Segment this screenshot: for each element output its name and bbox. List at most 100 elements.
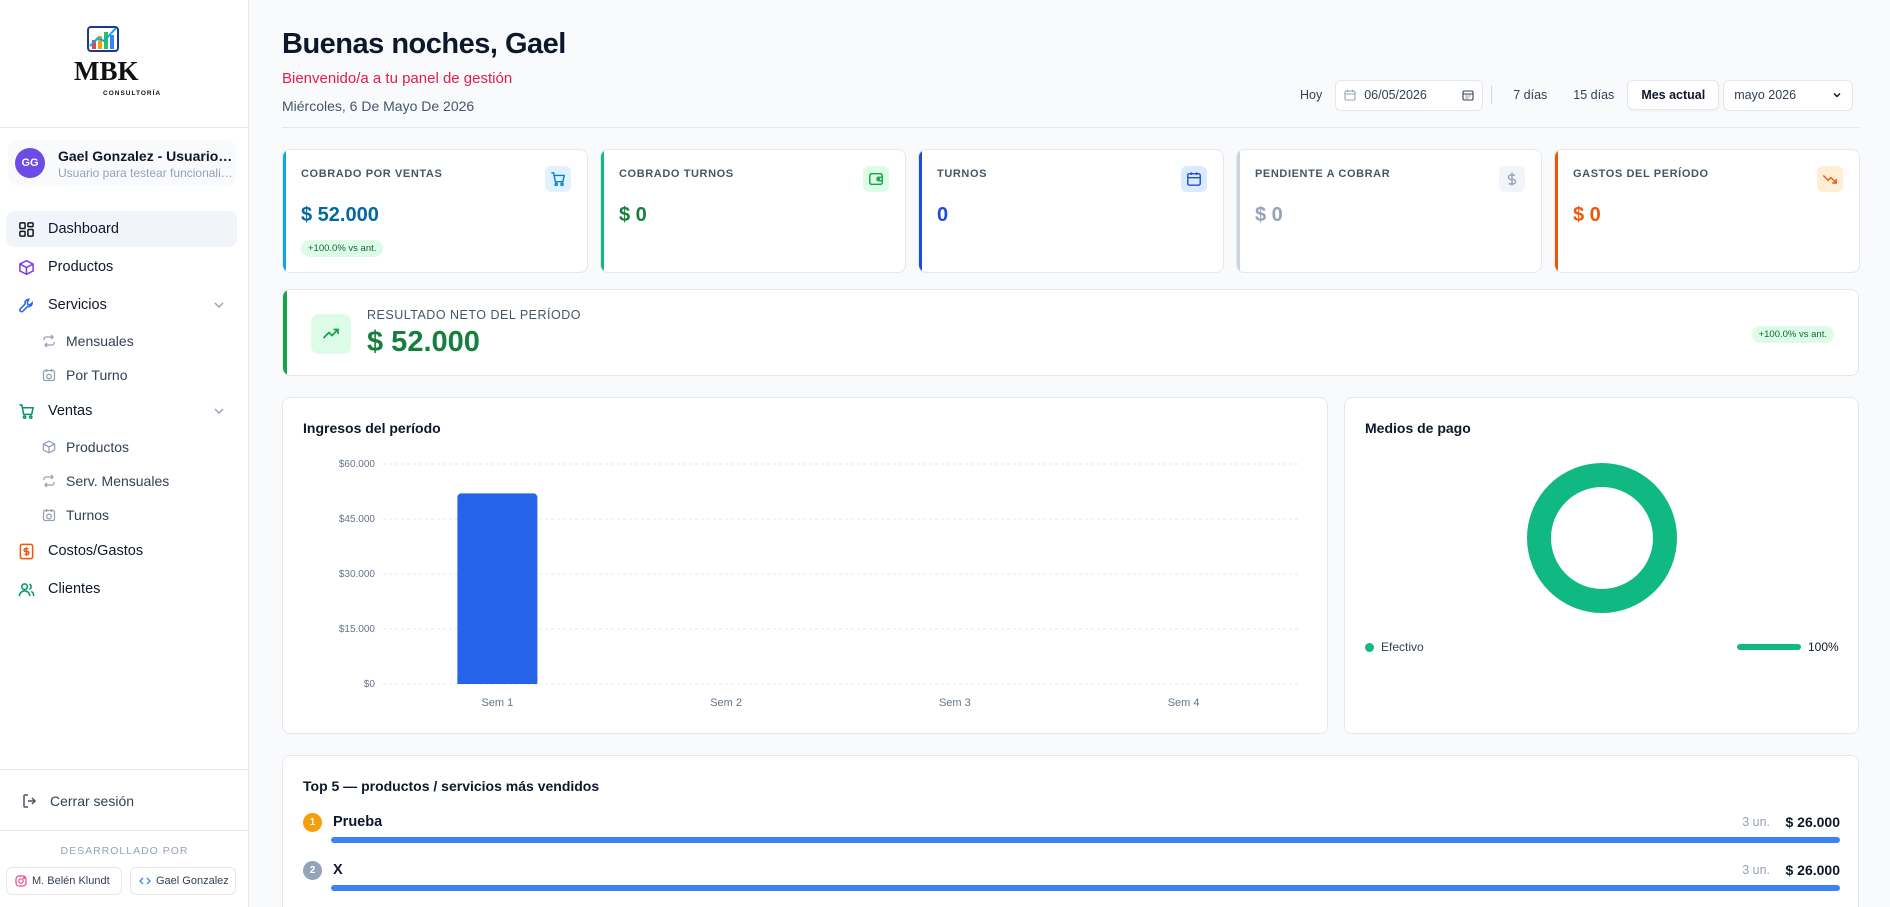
income-bar-chart: $0 $15.000 $30.000 $45.000 $60.000 Sem 1 Sem 2…	[339, 459, 1298, 709]
legend-percent: 100%	[1808, 640, 1839, 654]
y-tick-label: $15.000	[339, 624, 376, 635]
period-15d-button[interactable]: 15 días	[1560, 80, 1627, 110]
x-tick-label: Sem 1	[481, 697, 513, 709]
dev-name: M. Belén Klundt	[32, 875, 110, 887]
top-item-bar	[331, 885, 1840, 891]
sidebar-item-label: Productos	[66, 439, 130, 455]
sidebar-item-label: Mensuales	[66, 333, 134, 349]
x-tick-label: Sem 2	[710, 697, 742, 709]
sidebar-divider	[0, 127, 249, 128]
date-value: 06/05/2026	[1364, 88, 1427, 102]
top-item-qty: 3 un.	[1742, 815, 1770, 829]
x-tick-label: Sem 4	[1168, 697, 1200, 709]
dev-link-instagram[interactable]: M. Belén Klundt	[6, 867, 122, 895]
kpi-title: TURNOS	[937, 168, 988, 180]
mbk-logo[interactable]: MBK CONSULTORÍA	[70, 22, 180, 102]
top-item-amount: $ 26.000	[1785, 862, 1841, 878]
trending-down-icon	[1817, 166, 1843, 192]
sidebar-item-por-turno[interactable]: Por Turno	[30, 359, 237, 391]
sidebar-item-label: Turnos	[66, 507, 110, 523]
sidebar-item-label: Productos	[48, 259, 114, 275]
toolbar-separator	[1491, 86, 1493, 104]
calendar-clock-icon	[42, 509, 56, 522]
cart-icon	[19, 404, 35, 420]
date-picker-input[interactable]: 06/05/2026	[1335, 79, 1484, 111]
sidebar: MBK CONSULTORÍA GG Gael Gonzalez - Usuar…	[0, 0, 249, 907]
y-tick-label: $60.000	[339, 459, 376, 470]
kpi-accent-bar	[919, 150, 922, 272]
sidebar-item-mensuales[interactable]: Mensuales	[30, 325, 237, 357]
net-change-badge: +100.0% vs ant.	[1751, 326, 1834, 343]
period-7d-button[interactable]: 7 días	[1500, 80, 1560, 110]
sidebar-item-label: Serv. Mensuales	[66, 473, 170, 489]
bar-base	[457, 678, 538, 684]
top-item[interactable]: 2 X 3 un. $ 26.000	[303, 861, 1840, 895]
kpi-gastos-periodo: GASTOS DEL PERÍODO $ 0	[1554, 149, 1860, 273]
sidebar-item-serv-mensuales[interactable]: Serv. Mensuales	[30, 465, 237, 497]
chevron-down-icon	[214, 302, 224, 309]
cart-icon	[545, 166, 571, 192]
period-today-button[interactable]: Hoy	[1287, 80, 1335, 110]
sidebar-item-productos[interactable]: Productos	[6, 249, 237, 285]
y-tick-label: $45.000	[339, 514, 376, 525]
kpi-accent-bar	[1237, 150, 1240, 272]
repeat-icon	[43, 474, 55, 488]
calendar-icon	[1181, 166, 1207, 192]
top-item-name: Prueba	[333, 814, 383, 830]
developed-by-label: DESARROLLADO POR	[60, 845, 189, 857]
kpi-title: GASTOS DEL PERÍODO	[1573, 168, 1709, 180]
code-icon	[139, 877, 151, 885]
chevron-down-icon	[214, 408, 224, 415]
sidebar-item-clientes[interactable]: Clientes	[6, 571, 237, 607]
kpi-cobrado-ventas: COBRADO POR VENTAS $ 52.000 +100.0% vs a…	[282, 149, 588, 273]
kpi-pendiente-cobrar: PENDIENTE A COBRAR $ 0	[1236, 149, 1542, 273]
sidebar-item-ventas[interactable]: Ventas	[6, 393, 237, 429]
bar-sem-1[interactable]	[457, 493, 538, 684]
kpi-value: $ 0	[619, 204, 647, 226]
sidebar-item-turnos[interactable]: Turnos	[30, 499, 237, 531]
user-card[interactable]: GG Gael Gonzalez - Usuario de prueba Usu…	[8, 140, 236, 186]
kpi-title: COBRADO TURNOS	[619, 168, 734, 180]
payment-donut-chart	[1527, 463, 1677, 613]
box-icon	[42, 440, 56, 454]
kpi-accent-bar	[283, 150, 286, 272]
period-month-button[interactable]: Mes actual	[1627, 80, 1720, 110]
instagram-icon	[15, 875, 27, 887]
month-select[interactable]: mayo 2026	[1723, 79, 1854, 111]
logout-button[interactable]: Cerrar sesión	[8, 786, 236, 816]
kpi-value: 0	[937, 204, 949, 226]
dollar-icon	[1499, 166, 1525, 192]
top-item[interactable]: 1 Prueba 3 un. $ 26.000	[303, 813, 1840, 847]
kpi-value: $ 0	[1573, 204, 1601, 226]
dashboard-icon	[19, 222, 34, 237]
sidebar-item-label: Costos/Gastos	[48, 543, 144, 559]
kpi-title: COBRADO POR VENTAS	[301, 168, 443, 180]
logout-label: Cerrar sesión	[50, 793, 135, 809]
dev-link-code[interactable]: Gael Gonzalez	[130, 867, 236, 895]
page-title: Buenas noches, Gael	[282, 28, 566, 60]
users-icon	[18, 583, 35, 597]
header-divider	[282, 127, 1859, 128]
kpi-cobrado-turnos: COBRADO TURNOS $ 0	[600, 149, 906, 273]
payment-methods-card: Medios de pago Efectivo 100%	[1344, 397, 1859, 734]
calendar-clock-icon	[42, 369, 56, 382]
sidebar-divider	[0, 769, 249, 770]
top-products-title: Top 5 — productos / servicios más vendid…	[303, 778, 600, 794]
kpi-title: PENDIENTE A COBRAR	[1255, 168, 1391, 180]
svg-text:MBK: MBK	[74, 56, 139, 86]
sidebar-item-label: Clientes	[48, 581, 101, 597]
kpi-value: $ 52.000	[301, 204, 379, 226]
sidebar-item-servicios[interactable]: Servicios	[6, 287, 237, 323]
sidebar-item-dashboard[interactable]: Dashboard	[6, 211, 237, 247]
donut-slice-efectivo[interactable]	[1527, 463, 1677, 613]
sidebar-item-costos-gastos[interactable]: Costos/Gastos	[6, 533, 237, 569]
legend-dot	[1365, 643, 1374, 652]
sidebar-item-ventas-productos[interactable]: Productos	[30, 431, 237, 463]
sidebar-item-label: Ventas	[48, 403, 93, 419]
net-title: RESULTADO NETO DEL PERÍODO	[367, 308, 581, 322]
top-item-bar	[331, 837, 1840, 843]
rank-badge: 1	[303, 813, 322, 832]
period-toolbar: Hoy 06/05/2026 7 días 15 días Mes actual…	[1287, 78, 1854, 112]
calendar-picker-icon[interactable]	[1462, 89, 1474, 101]
legend-label: Efectivo	[1381, 640, 1424, 654]
